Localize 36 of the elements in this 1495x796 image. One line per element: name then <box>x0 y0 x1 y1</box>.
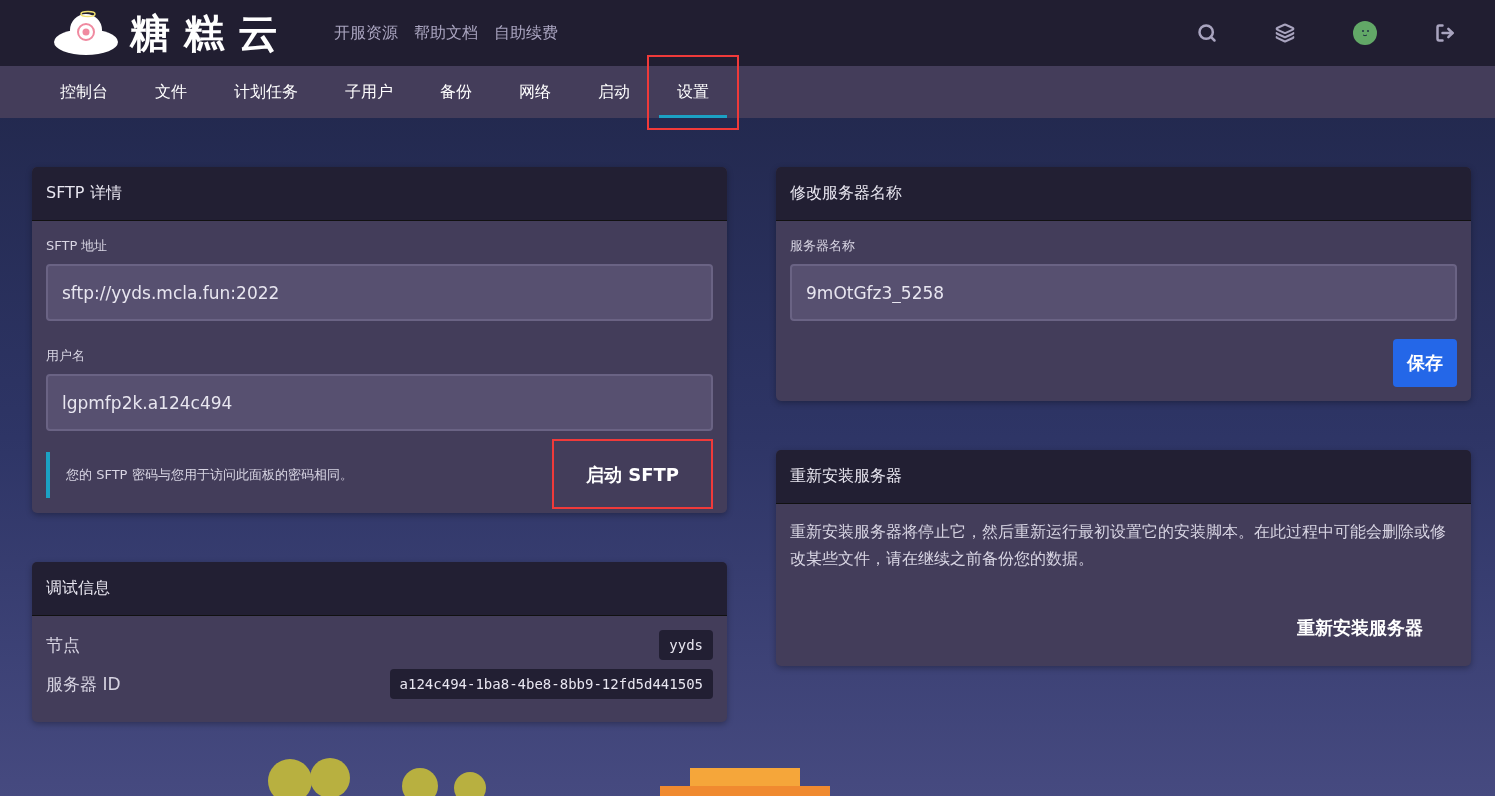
reinstall-button[interactable]: 重新安装服务器 <box>1263 604 1457 652</box>
info-value: a124c494-1ba8-4be8-8bb9-12fd5d441505 <box>389 669 713 699</box>
nav-tab[interactable]: 启动 <box>580 66 648 118</box>
nav-tab[interactable]: 文件 <box>137 66 205 118</box>
header-link[interactable]: 帮助文档 <box>414 22 478 44</box>
card-title: 重新安装服务器 <box>776 450 1471 504</box>
nav-tab[interactable]: 网络 <box>501 66 569 118</box>
header-link[interactable]: 自助续费 <box>494 22 558 44</box>
info-label: 节点 <box>46 633 80 657</box>
field-label: 服务器名称 <box>790 237 856 255</box>
nav-tab[interactable]: 子用户 <box>327 66 411 118</box>
input-field[interactable]: lgpmfp2k.a124c494 <box>46 374 713 431</box>
launch-sftp-button[interactable]: 启动 SFTP <box>552 451 713 499</box>
nav-tab[interactable]: 备份 <box>422 66 490 118</box>
warning-text: 重新安装服务器将停止它，然后重新运行最初设置它的安装脚本。在此过程中可能会删除或修改某些文件，请在继续之前备份您的数据。 <box>790 521 1447 570</box>
nav-tab[interactable]: 控制台 <box>42 66 126 118</box>
card-title: 修改服务器名称 <box>776 167 1471 221</box>
nav-tab[interactable]: 计划任务 <box>216 66 316 118</box>
nav-tab[interactable]: 设置 <box>659 66 727 118</box>
logo-text: 糖糕云 <box>130 8 292 58</box>
header-link[interactable]: 开服资源 <box>334 22 398 44</box>
save-button[interactable]: 保存 <box>1393 339 1457 387</box>
cloud-logo-icon <box>52 10 120 56</box>
card-title: 调试信息 <box>32 562 727 616</box>
layers-icon[interactable] <box>1275 23 1295 43</box>
input-field[interactable]: 9mOtGfz3_5258 <box>790 264 1457 321</box>
input-field[interactable]: sftp://yyds.mcla.fun:2022 <box>46 264 713 321</box>
field-label: SFTP 地址 <box>46 237 109 255</box>
avatar-icon[interactable] <box>1353 21 1377 45</box>
info-label: 服务器 ID <box>46 672 121 696</box>
search-icon[interactable] <box>1197 23 1217 43</box>
info-value: yyds <box>659 630 713 660</box>
logout-icon[interactable] <box>1435 23 1455 43</box>
card-title: SFTP 详情 <box>32 167 727 221</box>
field-label: 用户名 <box>46 347 86 365</box>
info-note: 您的 SFTP 密码与您用于访问此面板的密码相同。 <box>46 452 353 498</box>
